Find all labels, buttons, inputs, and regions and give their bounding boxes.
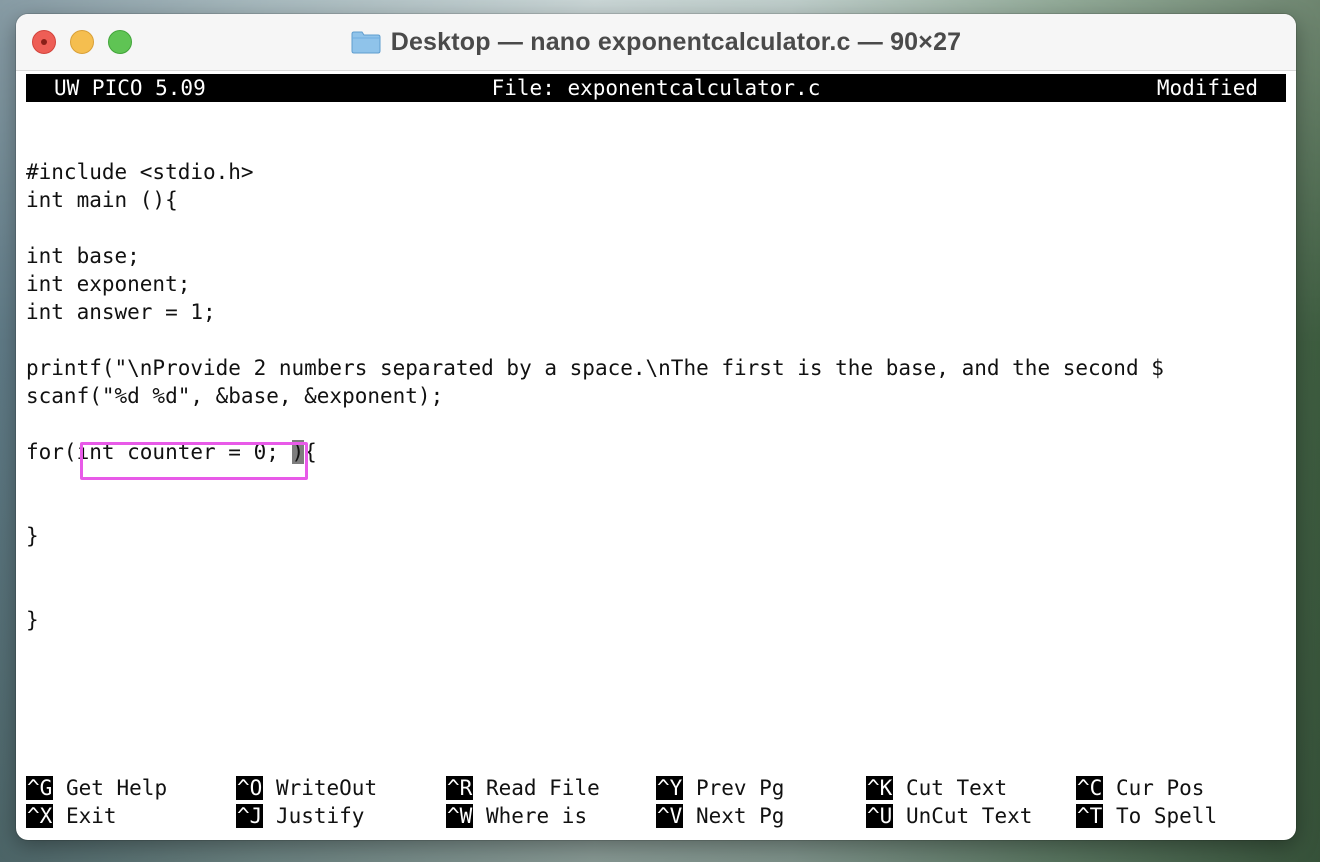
- code-line[interactable]: [26, 494, 1164, 522]
- shortcut-item[interactable]: ^J Justify: [236, 802, 364, 830]
- shortcut-key: ^R: [446, 776, 474, 800]
- highlight-annotation-box: [80, 442, 308, 480]
- shortcut-label: Cut Text: [893, 776, 1008, 800]
- file-name-label: File: exponentcalculator.c: [491, 76, 821, 100]
- terminal-window: Desktop — nano exponentcalculator.c — 90…: [16, 14, 1296, 840]
- shortcut-key: ^J: [236, 804, 264, 828]
- code-editor-area[interactable]: #include <stdio.h> int main (){int base; i…: [26, 158, 1164, 634]
- shortcut-label: WriteOut: [263, 776, 378, 800]
- code-line[interactable]: printf("\nProvide 2 numbers separated by…: [26, 354, 1164, 382]
- code-line[interactable]: }: [26, 606, 1164, 634]
- title-bar[interactable]: Desktop — nano exponentcalculator.c — 90…: [16, 14, 1296, 71]
- shortcut-item[interactable]: ^V Next Pg: [656, 802, 784, 830]
- shortcut-key: ^W: [446, 804, 474, 828]
- shortcut-item[interactable]: ^T To Spell: [1076, 802, 1217, 830]
- shortcut-label: Prev Pg: [683, 776, 785, 800]
- shortcut-key: ^O: [236, 776, 264, 800]
- shortcut-item[interactable]: ^X Exit: [26, 802, 117, 830]
- shortcut-item[interactable]: ^K Cut Text: [866, 774, 1007, 802]
- shortcut-label: To Spell: [1103, 804, 1218, 828]
- shortcut-label: Get Help: [53, 776, 168, 800]
- shortcut-key: ^K: [866, 776, 894, 800]
- shortcut-key: ^Y: [656, 776, 684, 800]
- shortcut-bar: ^G Get Help ^O WriteOut ^R Read File ^Y Pre…: [26, 774, 1286, 830]
- window-title: Desktop — nano exponentcalculator.c — 90…: [390, 27, 962, 56]
- pico-header-bar: UW PICO 5.09 File: exponentcalculator.c …: [26, 74, 1286, 102]
- shortcut-item[interactable]: ^U UnCut Text: [866, 802, 1032, 830]
- code-line[interactable]: int main (){: [26, 186, 1164, 214]
- code-line[interactable]: int exponent;: [26, 270, 1164, 298]
- code-line[interactable]: [26, 214, 1164, 242]
- shortcut-key: ^U: [866, 804, 894, 828]
- shortcut-item[interactable]: ^Y Prev Pg: [656, 774, 784, 802]
- shortcut-label: Exit: [53, 804, 117, 828]
- code-line[interactable]: [26, 410, 1164, 438]
- shortcut-item[interactable]: ^G Get Help: [26, 774, 167, 802]
- shortcut-key: ^T: [1076, 804, 1104, 828]
- shortcut-item[interactable]: ^R Read File: [446, 774, 600, 802]
- code-line[interactable]: }: [26, 522, 1164, 550]
- shortcut-key: ^C: [1076, 776, 1104, 800]
- shortcut-item[interactable]: ^O WriteOut: [236, 774, 377, 802]
- shortcut-label: Justify: [263, 804, 365, 828]
- code-line[interactable]: [26, 578, 1164, 606]
- shortcut-key: ^V: [656, 804, 684, 828]
- shortcut-label: UnCut Text: [893, 804, 1033, 828]
- code-line[interactable]: scanf("%d %d", &base, &exponent);: [26, 382, 1164, 410]
- shortcut-label: Read File: [473, 776, 600, 800]
- shortcut-label: Next Pg: [683, 804, 785, 828]
- modified-status: Modified: [1156, 76, 1258, 100]
- window-title-group: Desktop — nano exponentcalculator.c — 90…: [16, 14, 1296, 70]
- shortcut-key: ^X: [26, 804, 54, 828]
- code-line[interactable]: [26, 326, 1164, 354]
- shortcut-item[interactable]: ^W Where is: [446, 802, 587, 830]
- code-line[interactable]: #include <stdio.h>: [26, 158, 1164, 186]
- shortcut-item[interactable]: ^C Cur Pos: [1076, 774, 1204, 802]
- folder-icon: [351, 30, 381, 54]
- terminal-content[interactable]: UW PICO 5.09 File: exponentcalculator.c …: [26, 74, 1286, 840]
- code-line[interactable]: [26, 550, 1164, 578]
- shortcut-label: Cur Pos: [1103, 776, 1205, 800]
- shortcut-key: ^G: [26, 776, 54, 800]
- shortcut-label: Where is: [473, 804, 588, 828]
- code-line[interactable]: int answer = 1;: [26, 298, 1164, 326]
- code-line[interactable]: int base;: [26, 242, 1164, 270]
